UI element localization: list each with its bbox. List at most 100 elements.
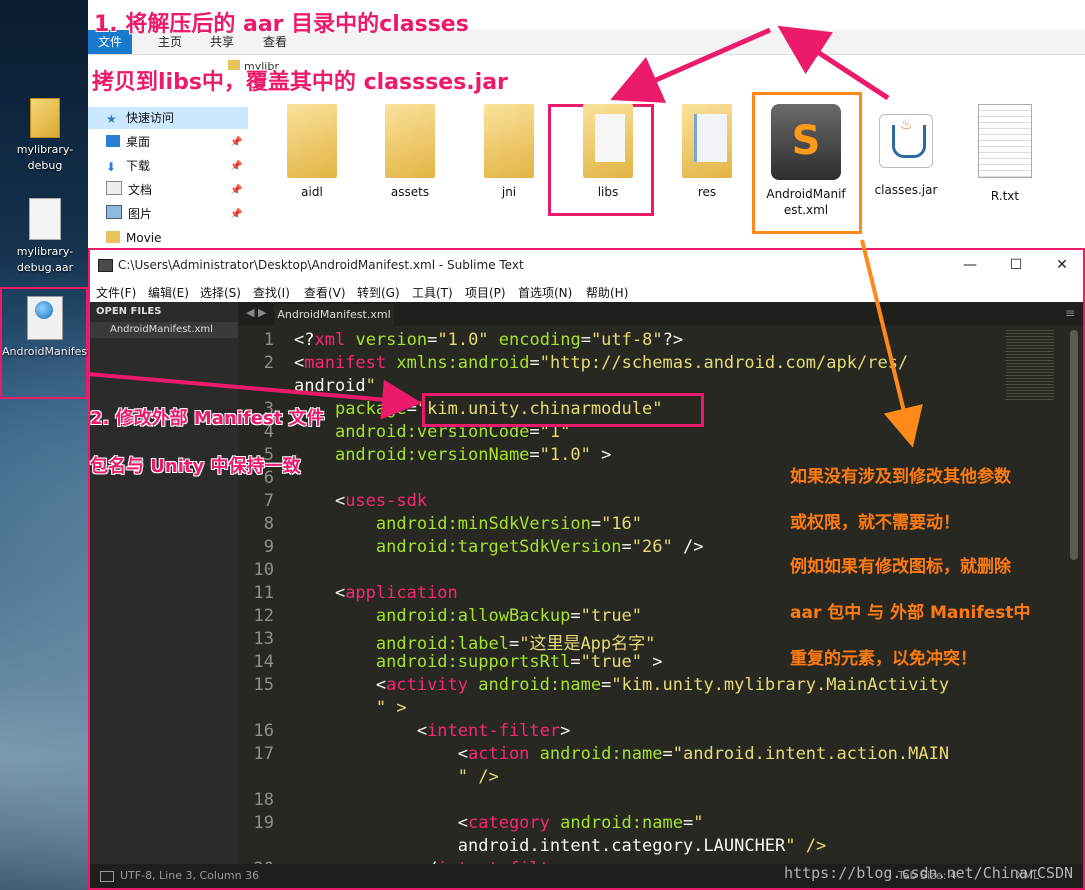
desktop-icon-mylibrary-folder[interactable]: mylibrary-debug	[2, 98, 88, 174]
download-icon: ⬇	[106, 160, 117, 174]
code-line: " />	[457, 767, 499, 787]
nav-item-desktop[interactable]: 桌面	[106, 131, 150, 153]
annotation-step2-line2: 包名与 Unity 中保持一致	[90, 456, 301, 477]
file-jni[interactable]: jni	[467, 100, 551, 200]
nav-item-documents[interactable]: 文档	[106, 179, 152, 201]
code-line: android.intent.category.LAUNCHER" />	[294, 836, 827, 856]
desktop-icon-aar-file[interactable]: mylibrary-debug.aar	[2, 198, 88, 276]
tab-android-manifest[interactable]: AndroidManifest.xml	[274, 304, 394, 326]
line-number: 8	[263, 514, 274, 534]
line-number: 18	[253, 790, 274, 810]
file-icon	[29, 198, 61, 240]
line-number: 11	[253, 583, 274, 603]
menu-tools[interactable]: 工具(T)	[412, 284, 453, 301]
code-line: android:allowBackup="true"	[375, 606, 643, 626]
status-position: UTF-8, Line 3, Column 36	[120, 869, 260, 882]
folder-icon	[30, 98, 60, 138]
line-number: 9	[263, 537, 274, 557]
desktop-icon	[106, 135, 120, 147]
code-line: android:targetSdkVersion="26" />	[375, 537, 704, 557]
minimap[interactable]	[1006, 330, 1054, 400]
editor-tabbar: ◀ ▶ AndroidManifest.xml ≡	[238, 302, 1083, 326]
line-number: 2	[263, 353, 274, 373]
annotation-step2-line1: 2. 修改外部 Manifest 文件	[90, 408, 325, 429]
java-jar-icon: ♨	[879, 114, 933, 168]
nav-item-movie[interactable]: Movie	[106, 227, 162, 249]
pin-icon: 📌	[230, 185, 243, 196]
menu-file[interactable]: 文件(F)	[96, 284, 136, 301]
file-android-manifest[interactable]: S AndroidManifest.xml	[764, 100, 848, 218]
code-line: <manifest xmlns:android="http://schemas.…	[294, 353, 909, 373]
code-line: <category android:name="	[294, 813, 704, 833]
annotation-note-line: 例如如果有修改图标，就删除	[790, 557, 1011, 577]
watermark: https://blog.csdn.net/ChinarCSDN	[784, 864, 1073, 882]
code-line: <uses-sdk	[294, 491, 428, 511]
folder-icon	[484, 104, 534, 178]
line-number: 1	[263, 330, 274, 350]
xml-file-icon	[27, 296, 63, 340]
sublime-titlebar: C:\Users\Administrator\Desktop\AndroidMa…	[90, 250, 1083, 280]
menu-goto[interactable]: 转到(G)	[357, 284, 400, 301]
pin-icon: 📌	[230, 161, 243, 172]
sidebar-header: OPEN FILES	[96, 306, 162, 317]
file-aidl[interactable]: aidl	[270, 100, 354, 200]
pin-icon: 📌	[230, 209, 243, 220]
line-number: 7	[263, 491, 274, 511]
file-res[interactable]: res	[665, 100, 749, 200]
menu-edit[interactable]: 编辑(E)	[148, 284, 189, 301]
line-number: 17	[253, 744, 274, 764]
menu-find[interactable]: 查找(I)	[253, 284, 290, 301]
folder-icon	[287, 104, 337, 178]
code-line: android"	[294, 376, 376, 396]
close-button[interactable]: ✕	[1040, 254, 1084, 276]
folder-with-doc-icon	[682, 104, 732, 178]
code-line: android:label="这里是App名字"	[375, 634, 656, 654]
window-title: C:\Users\Administrator\Desktop\AndroidMa…	[118, 258, 524, 272]
sublime-sidebar: OPEN FILES AndroidManifest.xml	[90, 302, 238, 864]
file-assets[interactable]: assets	[368, 100, 452, 200]
line-number: 10	[253, 560, 274, 580]
line-number: 13	[253, 629, 274, 649]
line-number: 19	[253, 813, 274, 833]
navigation-pane: ★ 快速访问 桌面 📌 ⬇ 下载 📌 文档 📌 图片 📌 Movie	[88, 100, 248, 250]
file-libs[interactable]: libs	[566, 100, 650, 200]
highlight-box-package	[422, 393, 704, 427]
desktop-icon-label: mylibrary-debug	[16, 143, 74, 172]
sublime-text-icon: S	[771, 104, 841, 180]
desktop-icon-label: mylibrary-debug.aar	[16, 245, 74, 274]
tab-menu-icon[interactable]: ≡	[1065, 306, 1075, 320]
menu-preferences[interactable]: 首选项(N)	[518, 284, 572, 301]
sidebar-open-file[interactable]: AndroidManifest.xml	[90, 322, 238, 338]
file-classes-jar[interactable]: ♨ classes.jar	[864, 100, 948, 198]
annotation-step1-line2: 拷贝到libs中，覆盖其中的 classses.jar	[92, 70, 508, 95]
nav-item-quick-access[interactable]: ★ 快速访问	[106, 107, 174, 129]
document-icon	[106, 181, 122, 195]
nav-item-pictures[interactable]: 图片	[106, 203, 152, 225]
tab-scroll-arrows-icon[interactable]: ◀ ▶	[246, 306, 266, 319]
annotation-note-line: 或权限，就不需要动！	[790, 513, 960, 533]
menu-project[interactable]: 项目(P)	[465, 284, 506, 301]
line-number: 14	[253, 652, 274, 672]
code-line: android:minSdkVersion="16"	[375, 514, 643, 534]
minimize-button[interactable]: —	[948, 254, 992, 276]
desktop-icon-android-manifest[interactable]: AndroidManifest.xml	[2, 296, 116, 360]
code-line: android:versionName="1.0" >	[334, 445, 612, 465]
folder-icon	[106, 231, 120, 243]
menu-selection[interactable]: 选择(S)	[200, 284, 241, 301]
annotation-note-line: 如果没有涉及到修改其他参数	[790, 467, 1011, 487]
code-line: android:supportsRtl="true" >	[375, 652, 663, 672]
maximize-button[interactable]: ☐	[994, 254, 1038, 276]
nav-item-downloads[interactable]: ⬇ 下载	[106, 155, 150, 177]
code-line: <activity android:name="kim.unity.mylibr…	[294, 675, 950, 695]
sublime-menubar: 文件(F) 编辑(E) 选择(S) 查找(I) 查看(V) 转到(G) 工具(T…	[90, 280, 1083, 303]
vertical-scrollbar[interactable]	[1070, 330, 1078, 560]
menu-help[interactable]: 帮助(H)	[586, 284, 628, 301]
code-line: <action android:name="android.intent.act…	[294, 744, 950, 764]
annotation-note-line: 重复的元素，以免冲突！	[790, 649, 977, 669]
file-r-txt[interactable]: R.txt	[963, 100, 1047, 204]
menu-view[interactable]: 查看(V)	[304, 284, 346, 301]
line-number: 12	[253, 606, 274, 626]
line-number: 16	[253, 721, 274, 741]
panel-toggle-icon[interactable]	[100, 871, 114, 882]
desktop-icon-label: AndroidManifest.xml	[2, 345, 116, 358]
